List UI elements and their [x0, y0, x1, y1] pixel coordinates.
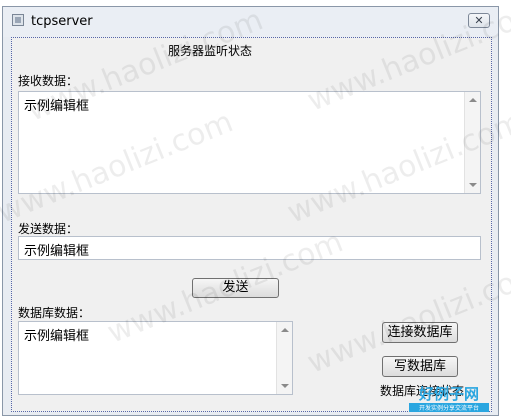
database-textarea[interactable]: 示例编辑框: [18, 321, 293, 395]
send-input[interactable]: 示例编辑框: [18, 236, 481, 260]
title-bar[interactable]: tcpserver ✕: [3, 7, 498, 37]
send-content: 示例编辑框: [24, 244, 90, 259]
app-icon: [12, 14, 24, 26]
app-window: tcpserver ✕ 服务器监听状态 接收数据： 示例编辑框 发送数据： 示例…: [2, 6, 499, 416]
receive-content: 示例编辑框: [24, 99, 90, 114]
send-label: 发送数据：: [18, 222, 79, 236]
database-content: 示例编辑框: [24, 329, 90, 344]
scroll-down-icon[interactable]: [469, 183, 477, 187]
database-label: 数据库数据：: [18, 306, 91, 320]
scroll-up-icon[interactable]: [281, 328, 289, 332]
server-status-title: 服务器监听状态: [168, 44, 253, 58]
receive-label: 接收数据：: [18, 74, 79, 88]
receive-textarea[interactable]: 示例编辑框: [18, 91, 481, 194]
close-button[interactable]: ✕: [468, 13, 490, 28]
database-scrollbar[interactable]: [276, 322, 292, 394]
scroll-up-icon[interactable]: [469, 98, 477, 102]
logo-icon: 好例子网 开发实例分享交流平台: [409, 385, 489, 412]
write-database-button[interactable]: 写数据库: [382, 356, 458, 377]
logo-subtitle: 开发实例分享交流平台: [419, 404, 479, 412]
logo-title: 好例子网: [418, 385, 479, 403]
scroll-down-icon[interactable]: [281, 384, 289, 388]
client-area: 服务器监听状态 接收数据： 示例编辑框 发送数据： 示例编辑框 发送 数据库数据…: [11, 37, 492, 412]
window-title: tcpserver: [31, 14, 93, 29]
connect-database-button[interactable]: 连接数据库: [382, 322, 458, 343]
receive-scrollbar[interactable]: [464, 92, 480, 193]
send-button[interactable]: 发送: [192, 278, 279, 298]
